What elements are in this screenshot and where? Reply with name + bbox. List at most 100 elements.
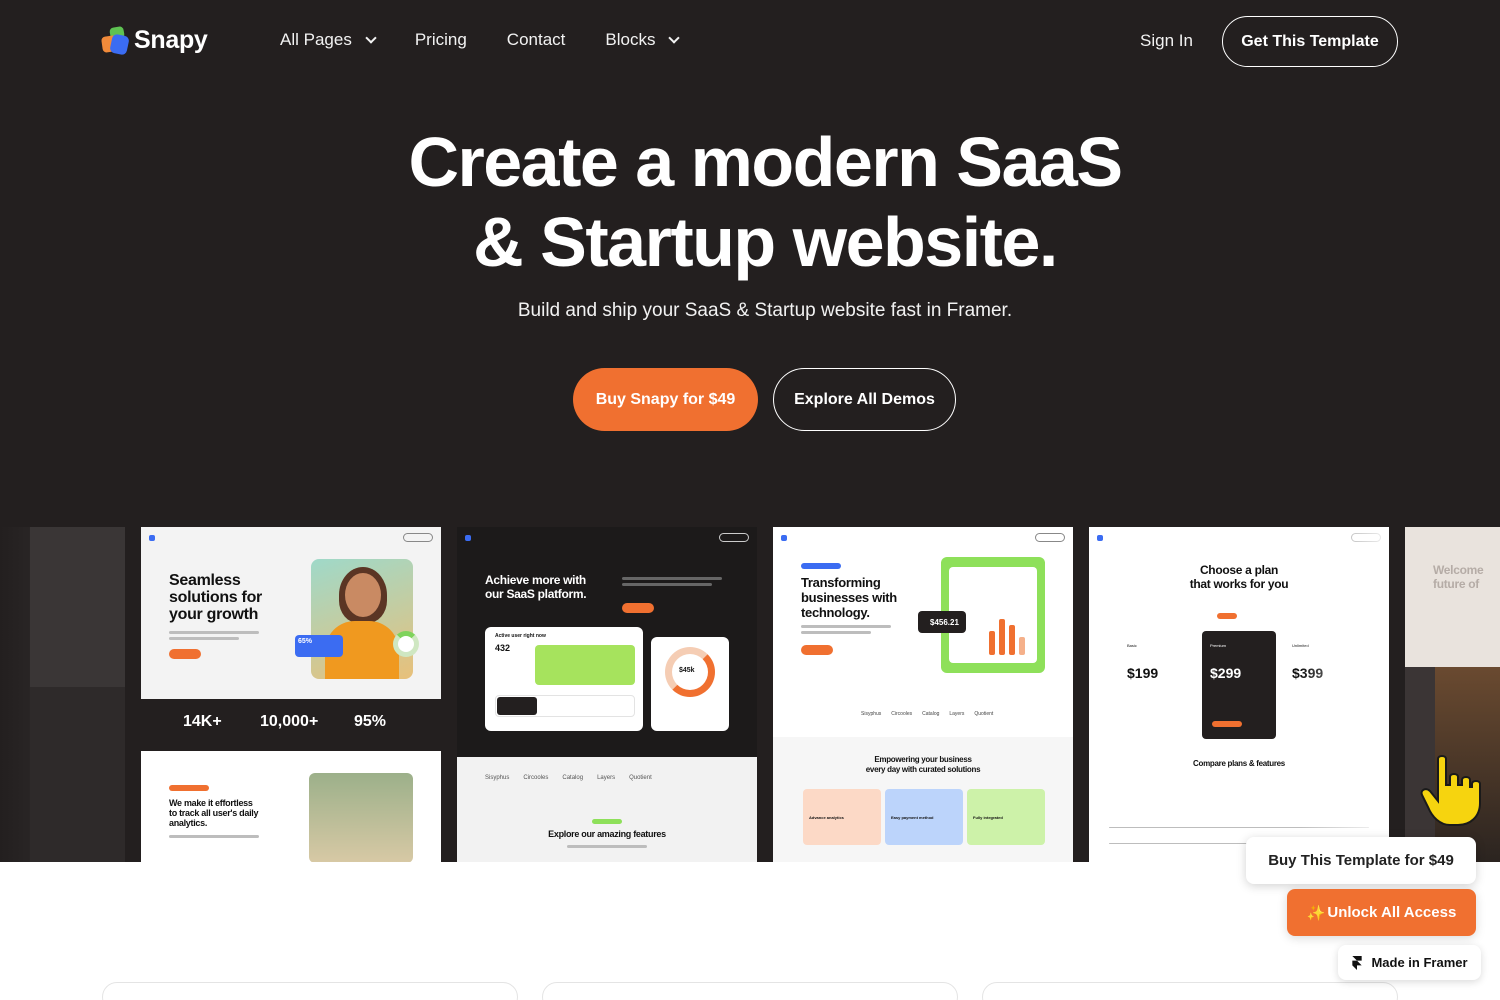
workspace-photo xyxy=(309,773,413,862)
stat-value: 10,000+ xyxy=(260,713,319,730)
framer-logo-icon xyxy=(1352,955,1363,970)
hero-title-line-1: Create a modern SaaS xyxy=(408,123,1123,201)
card-subheadline: We make it effortless to track all user'… xyxy=(169,798,258,828)
stats-strip: 14K+ 10,000+ 95% xyxy=(141,699,441,751)
showcase-card-analytics[interactable]: We make it effortless to track all user'… xyxy=(141,751,441,862)
unlock-all-access-button[interactable]: ✨ Unlock All Access xyxy=(1287,889,1476,936)
feature-card: Easy payment method xyxy=(885,789,963,845)
feature-card: Fully integrated xyxy=(967,789,1045,845)
headline-line: our SaaS platform. xyxy=(485,587,587,601)
made-in-framer-label: Made in Framer xyxy=(1371,955,1468,970)
bottom-card xyxy=(982,982,1398,1000)
nav-item-all-pages[interactable]: All Pages xyxy=(280,30,377,50)
headline-line: to track all user's daily xyxy=(169,808,259,818)
showcase-card-technology[interactable]: Transforming businesses with technology.… xyxy=(773,527,1073,862)
mini-nav xyxy=(149,533,433,543)
headline-line: Welcome xyxy=(1433,563,1484,577)
chevron-down-icon xyxy=(365,31,377,44)
hero-title: Create a modern SaaS & Startup website. xyxy=(250,122,1280,282)
headline-line: analytics. xyxy=(169,818,208,828)
showcase-card-growth[interactable]: Seamless solutions for your growth 65% xyxy=(141,527,441,699)
person-photo xyxy=(311,559,413,679)
buy-template-button[interactable]: Buy This Template for $49 xyxy=(1246,837,1476,884)
made-in-framer-badge[interactable]: Made in Framer xyxy=(1338,945,1481,980)
card-headline: Welcome future of xyxy=(1433,563,1484,591)
showcase-card-features[interactable]: Sisyphus Circooles Catalog Layers Quotie… xyxy=(457,757,757,862)
headline-line: every day with curated solutions xyxy=(865,765,981,774)
feature-label: Fully integrated xyxy=(973,815,1003,820)
plan-name: Basic xyxy=(1127,643,1137,648)
card-headline: Seamless solutions for your growth xyxy=(169,572,262,623)
nav-item-label: Pricing xyxy=(414,30,467,49)
hero-title-line-2: & Startup website. xyxy=(473,203,1058,281)
explore-demos-button[interactable]: Explore All Demos xyxy=(773,368,956,431)
progress-ring-icon xyxy=(393,631,419,657)
snapy-logo-icon xyxy=(100,25,130,56)
headline-line: Choose a plan xyxy=(1199,563,1279,577)
partner-logo: Circooles xyxy=(891,711,913,717)
headline-line: Achieve more with xyxy=(485,573,586,587)
nav-item-contact[interactable]: Contact xyxy=(507,30,566,50)
stat-value: 14K+ xyxy=(183,713,222,730)
partner-logo: Catalog xyxy=(922,711,940,717)
buy-snapy-button[interactable]: Buy Snapy for $49 xyxy=(573,368,758,431)
line-graph xyxy=(535,645,635,685)
mini-cta-button xyxy=(169,649,201,659)
sign-in-link[interactable]: Sign In xyxy=(1140,31,1193,51)
nav-item-label: All Pages xyxy=(280,30,352,49)
logo-strip: Sisyphus Circooles Catalog Layers Quotie… xyxy=(485,775,652,781)
showcase-card-ghost-left[interactable] xyxy=(0,527,125,862)
feature-label: Advance analytics xyxy=(809,815,844,820)
plan-name: Premium xyxy=(1210,643,1227,648)
nav-item-blocks[interactable]: Blocks xyxy=(605,30,681,50)
active-users-panel: Active user right now 432 xyxy=(485,627,643,731)
dial-value: $45k xyxy=(679,667,695,674)
headline-line: your growth xyxy=(169,606,259,623)
headline-line: businesses with xyxy=(801,590,897,605)
hero-subtitle: Build and ship your SaaS & Startup websi… xyxy=(517,300,1013,321)
showcase-card-saas[interactable]: Achieve more with our SaaS platform. Act… xyxy=(457,527,757,757)
card-headline: Achieve more with our SaaS platform. xyxy=(485,573,587,601)
partner-logo: Quotient xyxy=(629,775,652,781)
unlock-label: Unlock All Access xyxy=(1327,904,1457,921)
logo-strip: Sisyphus Circooles Catalog Layers Quotie… xyxy=(861,711,993,717)
partner-logo: Layers xyxy=(597,775,616,781)
nav-links: All Pages Pricing Contact Blocks xyxy=(280,30,718,50)
panel-title: Active user right now xyxy=(495,633,546,639)
partner-logo: Catalog xyxy=(562,775,584,781)
panel-value: 432 xyxy=(495,643,511,653)
headline-line: Seamless xyxy=(169,572,241,589)
headline-line: Transforming xyxy=(801,575,881,590)
feature-card: Advance analytics xyxy=(803,789,881,845)
price-tag: $456.21 xyxy=(918,611,966,633)
ghost-card-bottom xyxy=(30,687,125,862)
headline-line: future of xyxy=(1433,577,1479,591)
brand-logo[interactable]: Snapy xyxy=(100,25,208,56)
top-nav: Snapy All Pages Pricing Contact Blocks S… xyxy=(0,0,1500,84)
earnings-panel: $45k xyxy=(651,637,729,731)
showcase-card-pricing[interactable]: Choose a plan that works for you Basic P… xyxy=(1089,527,1389,862)
get-template-button[interactable]: Get This Template xyxy=(1222,16,1398,67)
nav-item-label: Blocks xyxy=(605,30,656,49)
template-showcase: Seamless solutions for your growth 65% 1… xyxy=(0,527,1500,862)
partner-logo: Layers xyxy=(949,711,965,717)
mini-cta-button xyxy=(801,645,833,655)
headline-line: solutions for xyxy=(169,589,262,606)
partner-logo: Sisyphus xyxy=(485,775,510,781)
mini-nav xyxy=(465,533,749,543)
mini-nav xyxy=(781,533,1065,543)
chevron-down-icon xyxy=(668,31,681,44)
plan-price: $199 xyxy=(1127,665,1159,681)
feature-label: Easy payment method xyxy=(891,815,934,820)
ghost-card-top xyxy=(30,527,125,687)
stat-value: 95% xyxy=(354,713,387,730)
nav-item-pricing[interactable]: Pricing xyxy=(415,30,467,50)
sparkle-icon: ✨ xyxy=(1306,904,1326,922)
card-headline: Transforming businesses with technology. xyxy=(801,575,897,620)
headline-line: We make it effortless xyxy=(169,798,253,808)
bottom-card xyxy=(102,982,518,1000)
features-title: Explore our amazing features xyxy=(548,829,666,839)
headline-line: Empowering your business xyxy=(874,755,972,764)
hero-section: Snapy All Pages Pricing Contact Blocks S… xyxy=(0,0,1500,862)
section-title: Empowering your business every day with … xyxy=(773,755,1073,775)
